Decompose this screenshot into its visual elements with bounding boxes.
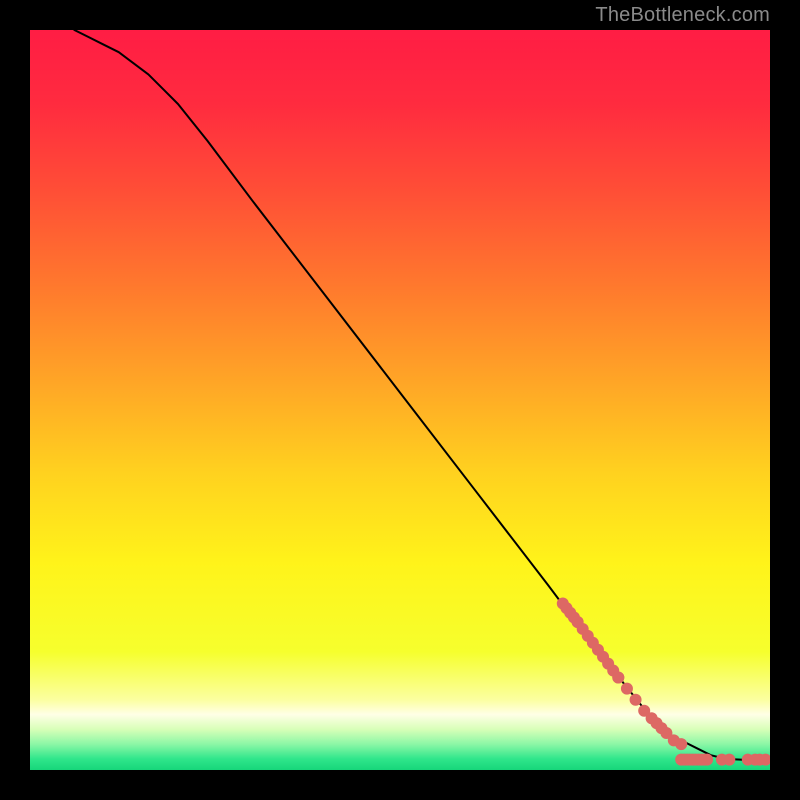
- chart-stage: TheBottleneck.com: [0, 0, 800, 800]
- plot-svg: [30, 30, 770, 770]
- data-marker: [723, 754, 735, 766]
- data-marker: [701, 754, 713, 766]
- watermark-text: TheBottleneck.com: [595, 4, 770, 27]
- gradient-background: [30, 30, 770, 770]
- data-marker: [630, 694, 642, 706]
- plot-area: [30, 30, 770, 770]
- data-marker: [675, 738, 687, 750]
- data-marker: [621, 683, 633, 695]
- data-marker: [612, 672, 624, 684]
